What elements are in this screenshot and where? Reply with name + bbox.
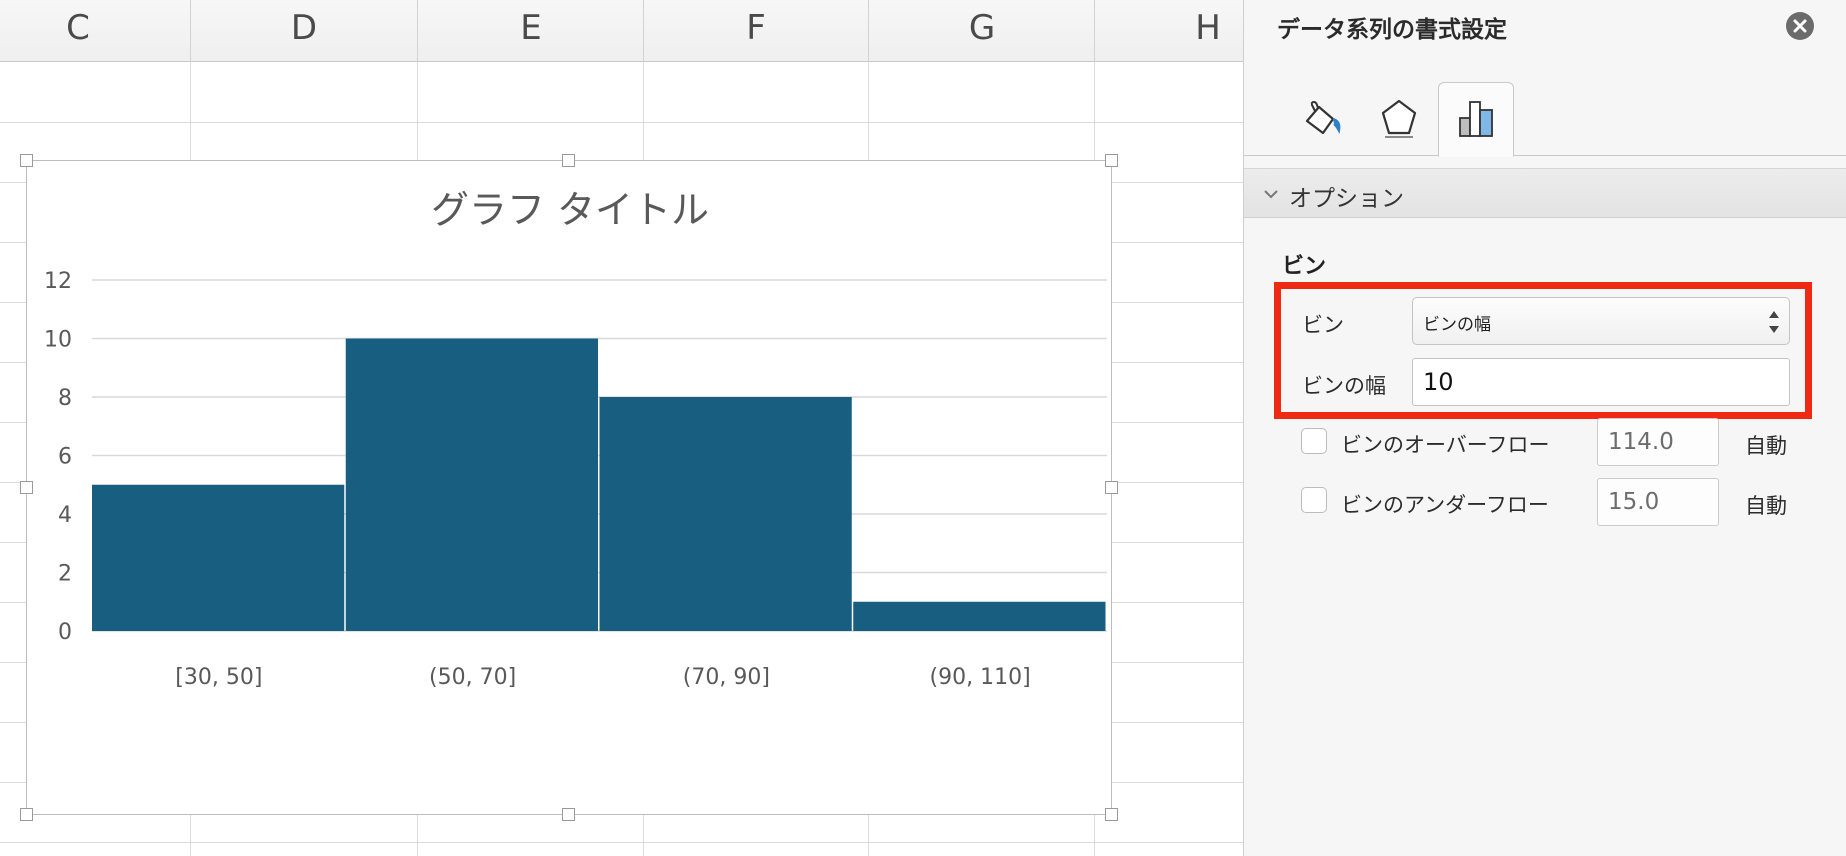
x-tick-label: [30, 50] — [175, 665, 262, 690]
overflow-auto-label: 自動 — [1745, 434, 1787, 458]
column-separator[interactable] — [643, 0, 644, 62]
chart-canvas: 0 2 4 6 8 10 12 [30, 50] (50, 70] (70, 90] (90, 1… — [44, 188, 1107, 690]
resize-handle[interactable] — [562, 154, 575, 167]
resize-handle[interactable] — [20, 154, 33, 167]
y-tick-label: 10 — [44, 328, 72, 353]
x-tick-label: (90, 110] — [930, 665, 1031, 690]
overflow-checkbox[interactable] — [1301, 428, 1327, 454]
histogram-chart[interactable]: 0 2 4 6 8 10 12 [30, 50] (50, 70] (70, 90] (90, 1… — [26, 160, 1112, 815]
bar-chart-icon — [1459, 101, 1493, 137]
bin-type-selected-value: ビンの幅 — [1423, 315, 1491, 335]
resize-handle[interactable] — [562, 808, 575, 821]
grid-line — [0, 122, 1243, 123]
close-pane-button[interactable] — [1786, 12, 1814, 40]
chart-title[interactable]: グラフ タイトル — [431, 188, 709, 232]
x-tick-label: (50, 70] — [429, 665, 516, 690]
pentagon-icon — [1381, 99, 1417, 138]
x-axis-ticks: [30, 50] (50, 70] (70, 90] (90, 110] — [175, 665, 1030, 690]
resize-handle[interactable] — [1105, 808, 1118, 821]
y-tick-label: 4 — [58, 503, 72, 528]
spreadsheet-grid[interactable]: C D E F G H 0 2 4 6 8 10 12 [30, 50] (50, 70] (7… — [0, 0, 1243, 856]
paint-bucket-icon — [1305, 100, 1341, 135]
column-header-g[interactable]: G — [932, 8, 1032, 48]
histogram-bar[interactable] — [345, 338, 598, 632]
tab-effects[interactable] — [1360, 82, 1436, 156]
underflow-auto-label: 自動 — [1745, 494, 1787, 518]
y-tick-label: 0 — [58, 620, 72, 645]
column-header-d[interactable]: D — [254, 8, 354, 48]
chevron-down-icon — [1264, 190, 1278, 199]
overflow-label: ビンのオーバーフロー — [1341, 433, 1550, 457]
column-separator[interactable] — [190, 0, 191, 62]
chart-bars[interactable] — [92, 338, 1106, 632]
grid-line — [0, 842, 1243, 843]
underflow-label: ビンのアンダーフロー — [1341, 493, 1549, 517]
histogram-bar[interactable] — [92, 484, 345, 631]
underflow-checkbox[interactable] — [1301, 487, 1327, 513]
column-separator[interactable] — [868, 0, 869, 62]
resize-handle[interactable] — [20, 481, 33, 494]
select-arrows-icon — [1769, 311, 1779, 333]
bin-width-input[interactable] — [1412, 358, 1790, 406]
bin-type-select[interactable]: ビンの幅 — [1412, 297, 1790, 345]
x-tick-label: (70, 90] — [683, 665, 770, 690]
column-header-e[interactable]: E — [481, 8, 581, 48]
y-tick-label: 6 — [58, 445, 72, 470]
close-icon — [1793, 19, 1807, 33]
histogram-bar[interactable] — [599, 397, 852, 631]
y-tick-label: 2 — [58, 562, 72, 587]
column-separator[interactable] — [1094, 0, 1095, 62]
column-header-h[interactable]: H — [1158, 8, 1243, 48]
resize-handle[interactable] — [1105, 481, 1118, 494]
format-data-series-pane: データ系列の書式設定 オプション ビン ビン ビンの幅 ビンの幅 10 ビンのオ… — [1243, 0, 1846, 856]
column-header-bar: C D E F G H — [0, 0, 1243, 62]
y-tick-label: 8 — [58, 386, 72, 411]
underflow-value-input[interactable] — [1597, 478, 1719, 526]
tab-fill-line[interactable] — [1284, 82, 1360, 156]
options-section-header[interactable]: オプション — [1244, 168, 1846, 218]
bin-type-label: ビン — [1302, 313, 1344, 337]
resize-handle[interactable] — [20, 808, 33, 821]
bin-width-label: ビンの幅 — [1302, 374, 1386, 398]
y-tick-label: 12 — [44, 269, 72, 294]
pane-tab-row — [1244, 70, 1846, 157]
options-section-title: オプション — [1289, 186, 1404, 212]
column-header-f[interactable]: F — [706, 8, 806, 48]
column-separator[interactable] — [417, 0, 418, 62]
bin-heading: ビン — [1282, 254, 1327, 279]
resize-handle[interactable] — [1105, 154, 1118, 167]
pane-title: データ系列の書式設定 — [1277, 17, 1507, 43]
histogram-bar[interactable] — [853, 601, 1106, 631]
column-header-c[interactable]: C — [28, 8, 128, 48]
y-axis-ticks: 0 2 4 6 8 10 12 — [44, 269, 72, 645]
overflow-value-input[interactable] — [1597, 418, 1719, 466]
tab-series-options[interactable] — [1438, 82, 1514, 157]
